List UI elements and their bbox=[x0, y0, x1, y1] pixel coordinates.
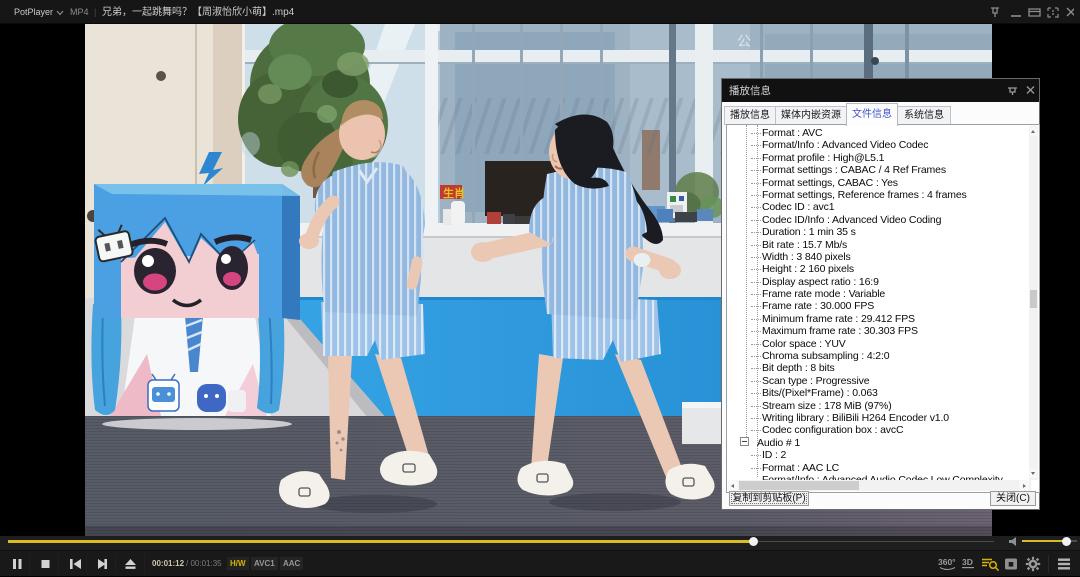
svg-text:360°: 360° bbox=[938, 557, 956, 567]
svg-text:3D: 3D bbox=[962, 557, 973, 567]
svg-text:生肖: 生肖 bbox=[443, 186, 465, 200]
svg-text:公: 公 bbox=[737, 33, 751, 49]
